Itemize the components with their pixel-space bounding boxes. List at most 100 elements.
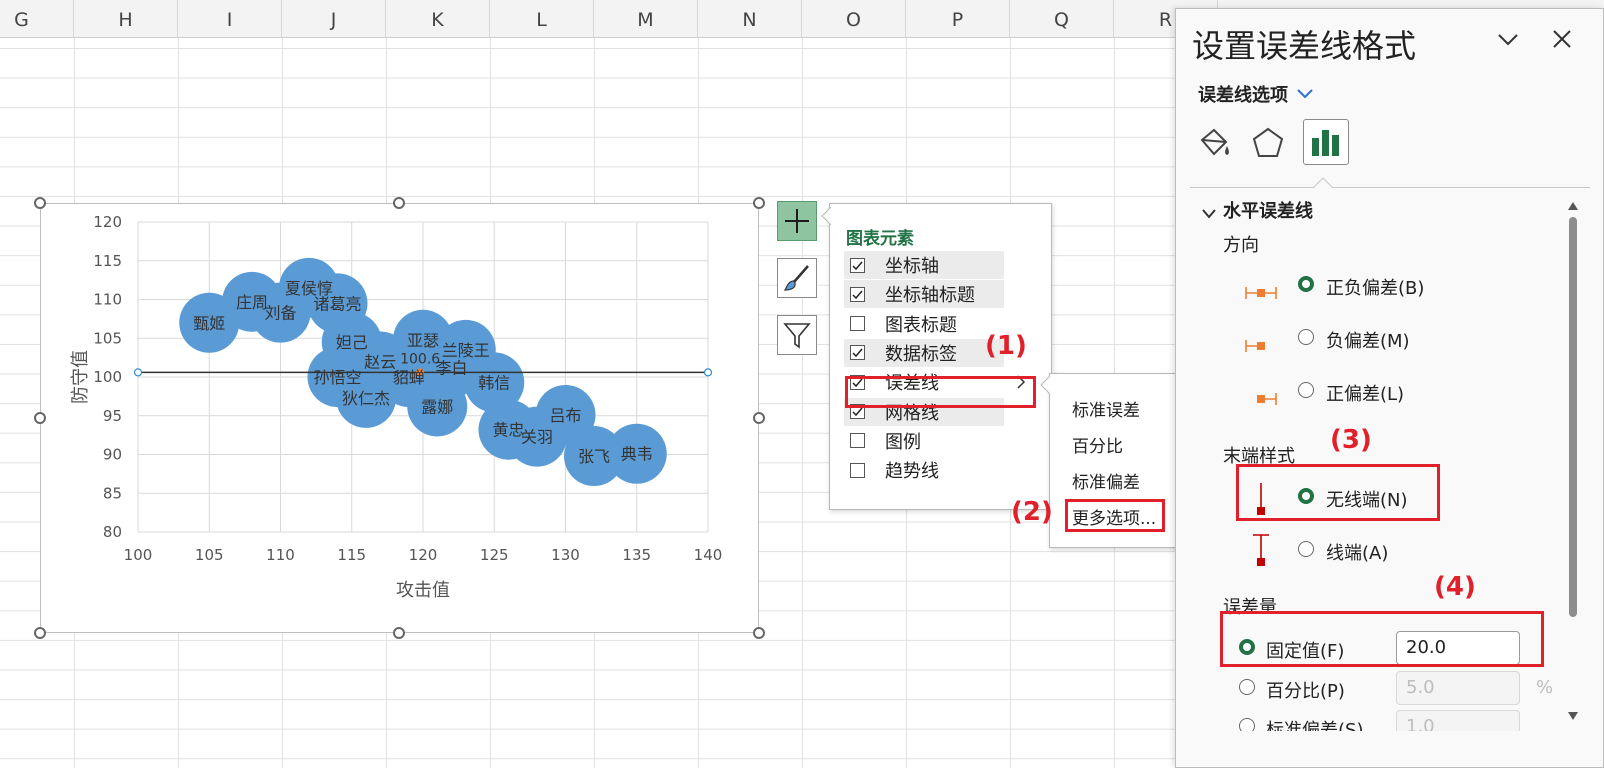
y-tick-label: 90 xyxy=(103,446,122,464)
section-horizontal-error-bars[interactable]: 水平误差线 xyxy=(1223,197,1313,223)
data-label: 孙悟空 xyxy=(313,368,361,387)
both-direction-icon xyxy=(1245,287,1277,299)
chevron-down-icon[interactable] xyxy=(1497,33,1519,47)
resize-handle-bl[interactable] xyxy=(34,627,46,639)
y-tick-label: 120 xyxy=(93,213,122,231)
section-chevron-icon[interactable] xyxy=(1202,209,1216,219)
column-header-G[interactable]: G xyxy=(0,0,74,37)
chart-element-row-2[interactable]: 图表标题 xyxy=(844,310,1004,338)
scroll-thumb[interactable] xyxy=(1569,217,1577,617)
radio-cap[interactable] xyxy=(1298,541,1314,557)
radio-plus[interactable] xyxy=(1298,382,1314,398)
chart-element-row-0[interactable]: 坐标轴 xyxy=(844,251,1004,279)
resize-handle-tm[interactable] xyxy=(393,197,405,209)
label-minus[interactable]: 负偏差(M) xyxy=(1326,327,1410,353)
submenu-standard-deviation[interactable]: 标准偏差 xyxy=(1072,468,1140,493)
highlight-error-bars-row xyxy=(845,376,1036,408)
column-header-H[interactable]: H xyxy=(74,0,178,37)
checkbox[interactable] xyxy=(850,462,865,478)
pane-scrollbar[interactable] xyxy=(1566,199,1580,739)
chart-filters-button[interactable] xyxy=(777,315,817,355)
column-header-J[interactable]: J xyxy=(282,0,386,37)
percentage-input[interactable]: 5.0 xyxy=(1396,671,1520,705)
data-label: 刘备 xyxy=(264,304,296,323)
column-header-Q[interactable]: Q xyxy=(1010,0,1114,37)
x-tick-label: 115 xyxy=(337,546,366,564)
data-label: 妲己 xyxy=(336,333,368,352)
resize-handle-mr[interactable] xyxy=(753,412,765,424)
chart-elements-button[interactable] xyxy=(777,201,817,241)
x-axis-title: 攻击值 xyxy=(396,580,450,601)
checkbox[interactable] xyxy=(850,345,865,361)
direction-label: 方向 xyxy=(1223,235,1259,256)
minus-direction-icon xyxy=(1245,340,1265,352)
x-tick-label: 130 xyxy=(551,546,580,564)
resize-handle-tr[interactable] xyxy=(753,197,765,209)
chart-element-row-7[interactable]: 趋势线 xyxy=(844,456,1004,484)
column-header-P[interactable]: P xyxy=(906,0,1010,37)
resize-handle-br[interactable] xyxy=(753,627,765,639)
resize-handle-tl[interactable] xyxy=(34,197,46,209)
chart-element-row-3[interactable]: 数据标签 xyxy=(844,338,1004,367)
submenu-standard-error[interactable]: 标准误差 xyxy=(1072,396,1140,421)
checkbox[interactable] xyxy=(850,433,865,449)
resize-handle-ml[interactable] xyxy=(34,412,46,424)
data-label: 甄姬 xyxy=(193,314,225,333)
data-label: 典韦 xyxy=(621,445,653,464)
error-bar-options-dropdown[interactable]: 误差线选项 xyxy=(1198,81,1288,107)
data-label: 黄忠 xyxy=(492,421,524,440)
x-tick-label: 140 xyxy=(694,546,723,564)
column-header-L[interactable]: L xyxy=(490,0,594,37)
data-label: 关羽 xyxy=(521,428,553,447)
pane-title: 设置误差线格式 xyxy=(1192,27,1417,65)
radio-minus[interactable] xyxy=(1298,329,1314,345)
plus-icon xyxy=(785,209,809,233)
chart-element-label: 图例 xyxy=(885,431,921,453)
submenu-percentage[interactable]: 百分比 xyxy=(1072,432,1123,457)
chart-element-label: 趋势线 xyxy=(885,461,939,483)
column-header-K[interactable]: K xyxy=(386,0,490,37)
center-value-label: 100.6 xyxy=(400,351,440,367)
x-tick-label: 125 xyxy=(480,546,509,564)
label-plus[interactable]: 正偏差(L) xyxy=(1326,380,1404,406)
chart-element-label: 坐标轴 xyxy=(885,256,939,277)
tab-error-bar-options[interactable] xyxy=(1303,119,1349,165)
data-label: 李白 xyxy=(435,359,467,378)
data-label: 貂蝉 xyxy=(393,368,425,387)
chart-styles-button[interactable] xyxy=(777,258,817,298)
tab-fill-line[interactable] xyxy=(1192,121,1236,165)
column-header-N[interactable]: N xyxy=(698,0,802,37)
y-tick-label: 85 xyxy=(103,484,122,502)
checkbox[interactable] xyxy=(850,286,865,302)
scroll-up-icon[interactable] xyxy=(1567,201,1579,211)
error-bar-handle xyxy=(703,368,713,377)
column-header-M[interactable]: M xyxy=(594,0,698,37)
x-tick-label: 110 xyxy=(266,546,295,564)
label-cap[interactable]: 线端(A) xyxy=(1326,539,1388,565)
label-percentage[interactable]: 百分比(P) xyxy=(1266,677,1345,703)
data-label: 吕布 xyxy=(549,406,581,425)
checkbox[interactable] xyxy=(850,257,865,273)
y-tick-label: 115 xyxy=(93,252,122,270)
scroll-down-icon[interactable] xyxy=(1567,711,1579,721)
radio-both[interactable] xyxy=(1298,276,1314,292)
column-header-I[interactable]: I xyxy=(178,0,282,37)
x-tick-label: 135 xyxy=(622,546,651,564)
data-label: 狄仁杰 xyxy=(342,389,390,408)
close-icon[interactable] xyxy=(1552,29,1572,49)
resize-handle-bm[interactable] xyxy=(393,627,405,639)
pane-bottom-fade xyxy=(1176,731,1566,767)
data-label: 露娜 xyxy=(421,397,453,416)
options-chevron-icon[interactable] xyxy=(1297,89,1313,99)
paint-bucket-icon xyxy=(1200,128,1229,156)
chart-element-row-6[interactable]: 图例 xyxy=(844,427,1004,455)
data-label: 庄周 xyxy=(236,293,268,312)
checkbox[interactable] xyxy=(850,316,865,332)
radio-percentage[interactable] xyxy=(1239,679,1255,695)
tab-effects[interactable] xyxy=(1246,121,1290,165)
error-bar-handle xyxy=(133,368,143,377)
scatter-chart[interactable]: 100 105 110 115 120 125 130 135 140 80 85 90 95 100 10… xyxy=(40,203,759,633)
column-header-O[interactable]: O xyxy=(802,0,906,37)
chart-element-row-1[interactable]: 坐标轴标题 xyxy=(844,280,1004,309)
label-both[interactable]: 正负偏差(B) xyxy=(1326,274,1424,300)
